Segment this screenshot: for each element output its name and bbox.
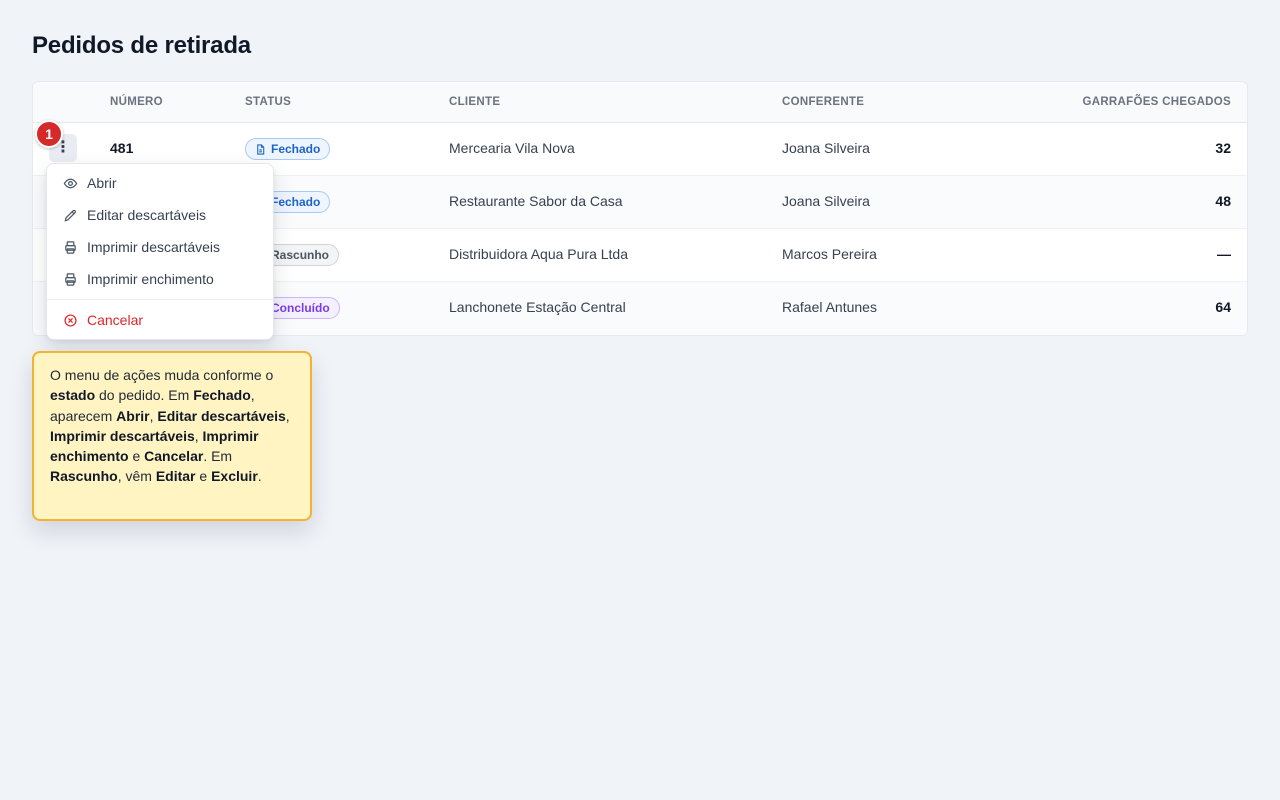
menu-item-label: Abrir (87, 175, 117, 191)
help-callout: O menu de ações muda conforme o estado d… (32, 351, 312, 521)
garrafoes-count: — (1217, 246, 1231, 262)
menu-item-cancelar[interactable]: Cancelar (47, 304, 273, 336)
pencil-icon (64, 209, 76, 222)
callout-emphasis: Rascunho (50, 468, 118, 485)
callout-text: , vêm (117, 468, 156, 485)
printer-icon (65, 272, 76, 286)
page-title: Pedidos de retirada (32, 32, 251, 59)
conferente-name: Rafael Antunes (782, 299, 877, 315)
client-name: Restaurante Sabor da Casa (449, 193, 623, 209)
callout-emphasis: Cancelar (144, 448, 204, 465)
callout-text: , (285, 407, 290, 424)
header-numero[interactable]: NÚMERO (110, 96, 163, 108)
order-number: 481 (110, 140, 134, 156)
conferente-name: Joana Silveira (782, 140, 870, 156)
garrafoes-count: 32 (1215, 140, 1231, 156)
document-icon (257, 143, 265, 155)
client-name: Distribuidora Aqua Pura Ltda (449, 246, 628, 262)
menu-item-label: Editar descartáveis (87, 207, 207, 223)
callout-text: e (195, 468, 212, 485)
callout-text: , (194, 427, 203, 444)
callout-emphasis: Abrir (116, 407, 150, 424)
callout-text: . (257, 468, 262, 485)
status-label: Concluído (271, 301, 330, 315)
header-conferente[interactable]: CONFERENTE (782, 96, 864, 108)
callout-emphasis: Editar (155, 468, 196, 485)
header-cliente[interactable]: CLIENTE (449, 96, 500, 108)
status-badge: Fechado (245, 138, 331, 160)
client-name: Mercearia Vila Nova (449, 140, 575, 156)
menu-item-label: Imprimir enchimento (87, 271, 214, 287)
callout-text: do pedido. Em (95, 387, 194, 404)
menu-divider (47, 299, 273, 300)
menu-item-imprimir-enchimento[interactable]: Imprimir enchimento (47, 263, 273, 295)
menu-item-abrir[interactable]: Abrir (47, 167, 273, 199)
menu-item-label: Cancelar (87, 312, 144, 328)
menu-item-label: Imprimir descartáveis (87, 239, 221, 255)
status-label: Fechado (271, 195, 321, 209)
garrafoes-count: 48 (1215, 193, 1231, 209)
status-label: Fechado (271, 142, 321, 156)
conferente-name: Joana Silveira (782, 193, 870, 209)
x-circle-icon (64, 313, 77, 327)
garrafoes-count: 64 (1215, 299, 1231, 315)
callout-text: e (128, 448, 145, 465)
callout-emphasis: Editar descartáveis (157, 407, 286, 424)
callout-text: . Em (203, 448, 233, 465)
callout-emphasis: Imprimir descartáveis (50, 427, 195, 444)
eye-icon (63, 178, 78, 188)
menu-item-editar-descartaveis[interactable]: Editar descartáveis (47, 199, 273, 231)
status-label: Rascunho (271, 248, 330, 262)
menu-item-imprimir-descartaveis[interactable]: Imprimir descartáveis (47, 231, 273, 263)
conferente-name: Marcos Pereira (782, 246, 877, 262)
callout-emphasis: Fechado (193, 387, 251, 404)
header-garrafoes[interactable]: GARRAFÕES CHEGADOS (1082, 96, 1231, 108)
printer-icon (65, 240, 76, 254)
client-name: Lanchonete Estação Central (449, 299, 626, 315)
callout-emphasis: Excluir (211, 468, 258, 485)
header-status[interactable]: STATUS (245, 96, 291, 108)
callout-emphasis: estado (50, 387, 96, 404)
actions-menu: Abrir Editar descartáveis Imprimir desca… (46, 163, 274, 340)
table-header: NÚMERO STATUS CLIENTE CONFERENTE GARRAFÕ… (33, 82, 1247, 123)
callout-text: O menu de ações muda conforme o (50, 367, 274, 383)
step-badge: 1 (35, 120, 63, 148)
